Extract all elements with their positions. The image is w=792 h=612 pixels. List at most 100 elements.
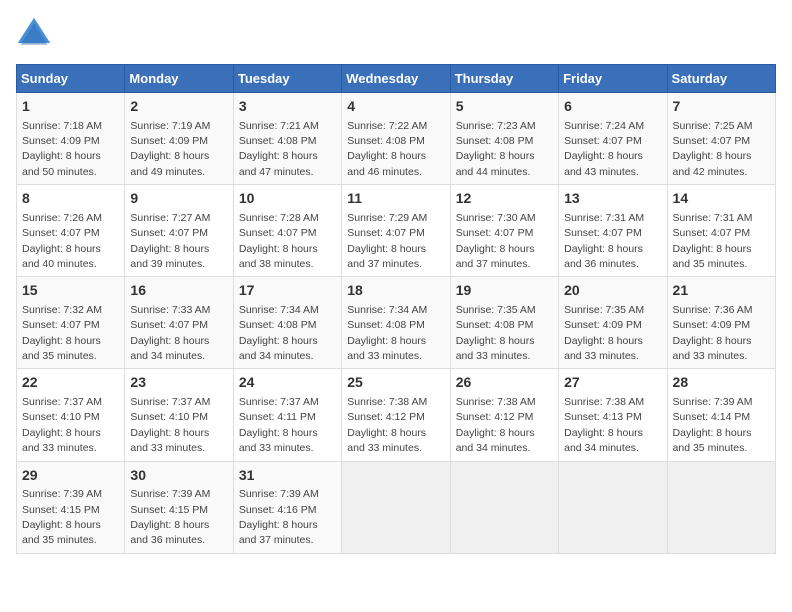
calendar-cell: 12 Sunrise: 7:30 AMSunset: 4:07 PMDaylig… [450, 185, 558, 277]
calendar-cell: 3 Sunrise: 7:21 AMSunset: 4:08 PMDayligh… [233, 93, 341, 185]
col-header-thursday: Thursday [450, 65, 558, 93]
calendar-cell: 30 Sunrise: 7:39 AMSunset: 4:15 PMDaylig… [125, 461, 233, 553]
day-number: 27 [564, 373, 661, 393]
day-info: Sunrise: 7:32 AMSunset: 4:07 PMDaylight:… [22, 304, 102, 362]
calendar-cell [450, 461, 558, 553]
day-info: Sunrise: 7:34 AMSunset: 4:08 PMDaylight:… [347, 304, 427, 362]
day-info: Sunrise: 7:39 AMSunset: 4:16 PMDaylight:… [239, 488, 319, 546]
day-number: 6 [564, 97, 661, 117]
day-number: 17 [239, 281, 336, 301]
calendar-cell: 7 Sunrise: 7:25 AMSunset: 4:07 PMDayligh… [667, 93, 775, 185]
day-number: 10 [239, 189, 336, 209]
calendar-cell: 11 Sunrise: 7:29 AMSunset: 4:07 PMDaylig… [342, 185, 450, 277]
col-header-friday: Friday [559, 65, 667, 93]
day-number: 5 [456, 97, 553, 117]
day-number: 16 [130, 281, 227, 301]
calendar-cell: 19 Sunrise: 7:35 AMSunset: 4:08 PMDaylig… [450, 277, 558, 369]
day-number: 26 [456, 373, 553, 393]
day-info: Sunrise: 7:18 AMSunset: 4:09 PMDaylight:… [22, 120, 102, 178]
calendar-cell: 14 Sunrise: 7:31 AMSunset: 4:07 PMDaylig… [667, 185, 775, 277]
calendar-cell: 18 Sunrise: 7:34 AMSunset: 4:08 PMDaylig… [342, 277, 450, 369]
col-header-saturday: Saturday [667, 65, 775, 93]
day-number: 20 [564, 281, 661, 301]
day-number: 22 [22, 373, 119, 393]
day-number: 11 [347, 189, 444, 209]
day-info: Sunrise: 7:39 AMSunset: 4:15 PMDaylight:… [22, 488, 102, 546]
calendar-cell: 24 Sunrise: 7:37 AMSunset: 4:11 PMDaylig… [233, 369, 341, 461]
calendar-cell: 29 Sunrise: 7:39 AMSunset: 4:15 PMDaylig… [17, 461, 125, 553]
day-info: Sunrise: 7:35 AMSunset: 4:09 PMDaylight:… [564, 304, 644, 362]
day-info: Sunrise: 7:24 AMSunset: 4:07 PMDaylight:… [564, 120, 644, 178]
week-row-1: 1 Sunrise: 7:18 AMSunset: 4:09 PMDayligh… [17, 93, 776, 185]
week-row-4: 22 Sunrise: 7:37 AMSunset: 4:10 PMDaylig… [17, 369, 776, 461]
day-number: 15 [22, 281, 119, 301]
calendar-cell [559, 461, 667, 553]
calendar-cell: 25 Sunrise: 7:38 AMSunset: 4:12 PMDaylig… [342, 369, 450, 461]
day-info: Sunrise: 7:26 AMSunset: 4:07 PMDaylight:… [22, 212, 102, 270]
calendar-cell: 15 Sunrise: 7:32 AMSunset: 4:07 PMDaylig… [17, 277, 125, 369]
day-info: Sunrise: 7:30 AMSunset: 4:07 PMDaylight:… [456, 212, 536, 270]
calendar-cell: 13 Sunrise: 7:31 AMSunset: 4:07 PMDaylig… [559, 185, 667, 277]
day-info: Sunrise: 7:37 AMSunset: 4:10 PMDaylight:… [22, 396, 102, 454]
calendar-cell: 26 Sunrise: 7:38 AMSunset: 4:12 PMDaylig… [450, 369, 558, 461]
calendar-cell [342, 461, 450, 553]
day-number: 9 [130, 189, 227, 209]
day-info: Sunrise: 7:37 AMSunset: 4:11 PMDaylight:… [239, 396, 319, 454]
week-row-2: 8 Sunrise: 7:26 AMSunset: 4:07 PMDayligh… [17, 185, 776, 277]
calendar-cell: 2 Sunrise: 7:19 AMSunset: 4:09 PMDayligh… [125, 93, 233, 185]
day-info: Sunrise: 7:25 AMSunset: 4:07 PMDaylight:… [673, 120, 753, 178]
day-number: 13 [564, 189, 661, 209]
day-info: Sunrise: 7:29 AMSunset: 4:07 PMDaylight:… [347, 212, 427, 270]
calendar-cell: 6 Sunrise: 7:24 AMSunset: 4:07 PMDayligh… [559, 93, 667, 185]
calendar-cell: 5 Sunrise: 7:23 AMSunset: 4:08 PMDayligh… [450, 93, 558, 185]
day-info: Sunrise: 7:33 AMSunset: 4:07 PMDaylight:… [130, 304, 210, 362]
day-number: 21 [673, 281, 770, 301]
day-info: Sunrise: 7:31 AMSunset: 4:07 PMDaylight:… [673, 212, 753, 270]
day-info: Sunrise: 7:35 AMSunset: 4:08 PMDaylight:… [456, 304, 536, 362]
day-info: Sunrise: 7:38 AMSunset: 4:13 PMDaylight:… [564, 396, 644, 454]
day-number: 4 [347, 97, 444, 117]
day-info: Sunrise: 7:28 AMSunset: 4:07 PMDaylight:… [239, 212, 319, 270]
calendar-cell: 1 Sunrise: 7:18 AMSunset: 4:09 PMDayligh… [17, 93, 125, 185]
calendar-cell: 17 Sunrise: 7:34 AMSunset: 4:08 PMDaylig… [233, 277, 341, 369]
col-header-sunday: Sunday [17, 65, 125, 93]
day-number: 30 [130, 466, 227, 486]
calendar-cell: 31 Sunrise: 7:39 AMSunset: 4:16 PMDaylig… [233, 461, 341, 553]
day-number: 2 [130, 97, 227, 117]
week-row-3: 15 Sunrise: 7:32 AMSunset: 4:07 PMDaylig… [17, 277, 776, 369]
day-number: 8 [22, 189, 119, 209]
calendar-cell: 16 Sunrise: 7:33 AMSunset: 4:07 PMDaylig… [125, 277, 233, 369]
calendar-cell: 8 Sunrise: 7:26 AMSunset: 4:07 PMDayligh… [17, 185, 125, 277]
day-info: Sunrise: 7:34 AMSunset: 4:08 PMDaylight:… [239, 304, 319, 362]
day-number: 18 [347, 281, 444, 301]
calendar-cell [667, 461, 775, 553]
calendar-cell: 9 Sunrise: 7:27 AMSunset: 4:07 PMDayligh… [125, 185, 233, 277]
calendar-table: SundayMondayTuesdayWednesdayThursdayFrid… [16, 64, 776, 554]
calendar-cell: 23 Sunrise: 7:37 AMSunset: 4:10 PMDaylig… [125, 369, 233, 461]
day-info: Sunrise: 7:31 AMSunset: 4:07 PMDaylight:… [564, 212, 644, 270]
day-info: Sunrise: 7:27 AMSunset: 4:07 PMDaylight:… [130, 212, 210, 270]
calendar-cell: 22 Sunrise: 7:37 AMSunset: 4:10 PMDaylig… [17, 369, 125, 461]
day-number: 28 [673, 373, 770, 393]
day-info: Sunrise: 7:23 AMSunset: 4:08 PMDaylight:… [456, 120, 536, 178]
day-info: Sunrise: 7:39 AMSunset: 4:14 PMDaylight:… [673, 396, 753, 454]
page-header [16, 16, 776, 52]
day-number: 31 [239, 466, 336, 486]
day-number: 14 [673, 189, 770, 209]
col-header-monday: Monday [125, 65, 233, 93]
day-number: 29 [22, 466, 119, 486]
day-number: 23 [130, 373, 227, 393]
day-info: Sunrise: 7:36 AMSunset: 4:09 PMDaylight:… [673, 304, 753, 362]
col-header-tuesday: Tuesday [233, 65, 341, 93]
logo-icon [16, 16, 52, 52]
calendar-cell: 4 Sunrise: 7:22 AMSunset: 4:08 PMDayligh… [342, 93, 450, 185]
day-info: Sunrise: 7:21 AMSunset: 4:08 PMDaylight:… [239, 120, 319, 178]
day-info: Sunrise: 7:19 AMSunset: 4:09 PMDaylight:… [130, 120, 210, 178]
day-info: Sunrise: 7:38 AMSunset: 4:12 PMDaylight:… [347, 396, 427, 454]
day-number: 3 [239, 97, 336, 117]
calendar-cell: 27 Sunrise: 7:38 AMSunset: 4:13 PMDaylig… [559, 369, 667, 461]
col-header-wednesday: Wednesday [342, 65, 450, 93]
day-info: Sunrise: 7:38 AMSunset: 4:12 PMDaylight:… [456, 396, 536, 454]
calendar-cell: 20 Sunrise: 7:35 AMSunset: 4:09 PMDaylig… [559, 277, 667, 369]
day-number: 7 [673, 97, 770, 117]
